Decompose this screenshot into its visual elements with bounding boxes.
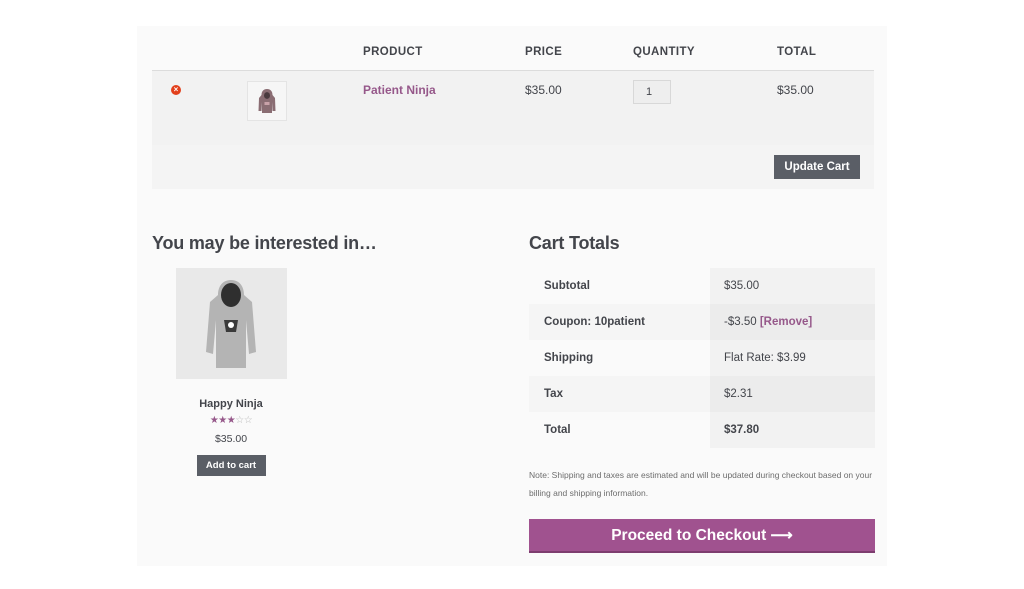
related-product-image[interactable]: [175, 268, 287, 379]
add-to-cart-button[interactable]: Add to cart: [196, 455, 266, 476]
total-row: Total $37.80: [529, 412, 875, 448]
header-price: PRICE: [525, 46, 563, 58]
related-product-price: $35.00: [214, 433, 248, 445]
related-products-title: You may be interested in…: [152, 233, 377, 253]
cart-table: PRODUCT PRICE QUANTITY TOTAL × Patient N…: [152, 26, 874, 189]
subtotal-row: Subtotal $35.00: [529, 268, 875, 304]
header-quantity: QUANTITY: [633, 46, 695, 58]
subtotal-label: Subtotal: [529, 268, 710, 304]
total-value: $37.80: [710, 412, 875, 448]
coupon-label: Coupon: 10patient: [529, 304, 710, 340]
product-thumbnail[interactable]: [247, 81, 287, 121]
item-total: $35.00: [777, 83, 814, 97]
shipping-value: Flat Rate: $3.99: [710, 340, 875, 376]
cart-totals-table: Subtotal $35.00 Coupon: 10patient -$3.50…: [529, 268, 875, 448]
cart-totals-title: Cart Totals: [529, 233, 620, 253]
total-label: Total: [529, 412, 710, 448]
tax-row: Tax $2.31: [529, 376, 875, 412]
coupon-value: -$3.50: [724, 316, 757, 328]
checkout-label: Proceed to Checkout: [611, 526, 767, 544]
cart-page: PRODUCT PRICE QUANTITY TOTAL × Patient N…: [137, 26, 887, 566]
hoodie-icon: [248, 82, 286, 120]
cart-table-header: PRODUCT PRICE QUANTITY TOTAL: [152, 26, 874, 71]
arrow-right-icon: ⟶: [770, 526, 793, 544]
quantity-input[interactable]: [633, 80, 671, 104]
header-product: PRODUCT: [363, 46, 423, 58]
cart-item-row: × Patient Ninja $35.00 $35.00: [152, 71, 874, 145]
remove-item-icon[interactable]: ×: [171, 85, 181, 95]
item-price: $35.00: [525, 83, 562, 97]
shipping-row: Shipping Flat Rate: $3.99: [529, 340, 875, 376]
grey-hoodie-icon: [175, 268, 287, 379]
coupon-row: Coupon: 10patient -$3.50 [Remove]: [529, 304, 875, 340]
remove-coupon-link[interactable]: [Remove]: [760, 316, 812, 328]
tax-label: Tax: [529, 376, 710, 412]
header-total: TOTAL: [777, 46, 817, 58]
subtotal-value: $35.00: [710, 268, 875, 304]
shipping-label: Shipping: [529, 340, 710, 376]
star-rating: ★★★☆☆: [175, 415, 287, 427]
related-product-card: Happy Ninja ★★★☆☆ $35.00 Add to cart: [175, 268, 287, 476]
coupon-value-cell: -$3.50 [Remove]: [710, 304, 875, 340]
star-empty-icon: ☆☆: [235, 415, 253, 426]
star-filled-icon: ★★★: [209, 415, 236, 426]
shipping-note: Note: Shipping and taxes are estimated a…: [529, 470, 873, 498]
update-cart-button[interactable]: Update Cart: [774, 155, 860, 179]
product-name-link[interactable]: Patient Ninja: [363, 83, 436, 97]
related-product-name[interactable]: Happy Ninja: [175, 398, 287, 410]
proceed-to-checkout-button[interactable]: Proceed to Checkout ⟶: [529, 519, 875, 553]
tax-value: $2.31: [710, 376, 875, 412]
cart-actions-row: Update Cart: [152, 145, 874, 189]
